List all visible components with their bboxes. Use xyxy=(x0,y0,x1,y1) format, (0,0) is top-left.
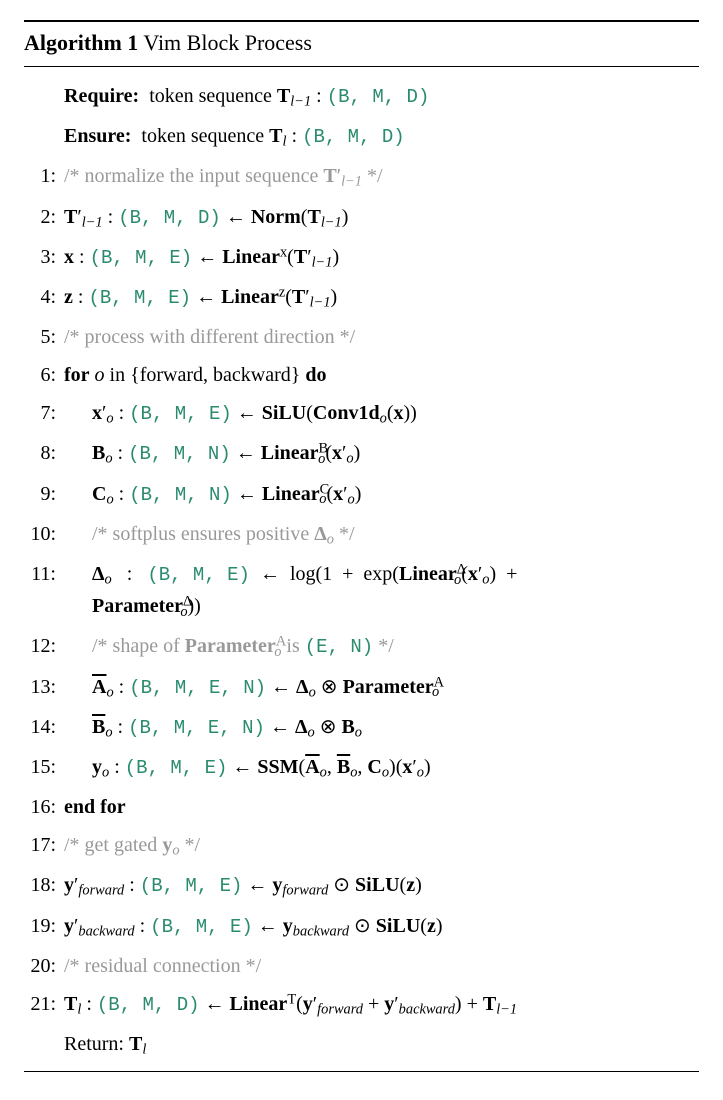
dims: (B, M, E, N) xyxy=(128,717,265,739)
require-sub: l−1 xyxy=(290,94,311,110)
algo-line-16: 16: end for xyxy=(24,788,699,826)
lineno: 21: xyxy=(24,989,64,1019)
require-dims: (B, M, D) xyxy=(327,86,430,108)
dims: (B, M, E, N) xyxy=(129,677,266,699)
lineno: 7: xyxy=(24,398,64,428)
dims: (B, M, E) xyxy=(147,564,250,586)
lineno: 1: xyxy=(24,161,64,191)
lineno: 8: xyxy=(24,438,64,468)
algo-line-17: 17: /* get gated yo */ xyxy=(24,826,699,866)
algo-line-6: 6: for o in {forward, backward} do xyxy=(24,356,699,394)
comment-post: */ xyxy=(180,834,201,856)
algo-line-5: 5: /* process with different direction *… xyxy=(24,318,699,356)
algo-line-15: 15: yo : (B, M, E) ← SSM(Ao, Bo, Co)(x′o… xyxy=(24,748,699,788)
lineno: 13: xyxy=(24,672,64,702)
algo-line-12: 12: /* shape of ParameterAo is (E, N) */ xyxy=(24,627,699,667)
lineno: 2: xyxy=(24,202,64,232)
lineno: 4: xyxy=(24,282,64,312)
lineno: 17: xyxy=(24,830,64,860)
algo-line-20: 20: /* residual connection */ xyxy=(24,947,699,985)
return-var: T xyxy=(129,1033,142,1055)
ensure-line: Ensure: token sequence Tl : (B, M, D) xyxy=(24,117,699,157)
dims: (B, M, E) xyxy=(129,403,232,425)
ensure-text: token sequence xyxy=(141,125,269,147)
ensure-label: Ensure: xyxy=(64,125,131,147)
dims: (B, M, E) xyxy=(88,287,191,309)
comment-pre: /* softplus ensures positive xyxy=(92,523,314,545)
top-rule xyxy=(24,20,699,22)
require-label: Require: xyxy=(64,85,139,107)
algo-line-10: 10: /* softplus ensures positive Δo */ xyxy=(24,515,699,555)
return-label: Return: xyxy=(64,1033,124,1055)
dims: (B, M, E) xyxy=(125,757,228,779)
bottom-rule xyxy=(24,1071,699,1072)
lineno: 6: xyxy=(24,360,64,390)
ensure-dims: (B, M, D) xyxy=(302,126,405,148)
require-var: T xyxy=(277,85,290,107)
lineno: 16: xyxy=(24,792,64,822)
algo-line-1: 1: /* normalize the input sequence T′l−1… xyxy=(24,157,699,197)
algorithm-number: Algorithm 1 xyxy=(24,30,138,55)
dims: (B, M, E) xyxy=(150,916,253,938)
return-line: Return: Tl xyxy=(24,1025,699,1065)
algo-line-14: 14: Bo : (B, M, E, N) ← Δo ⊗ Bo xyxy=(24,708,699,748)
algo-line-11: 11: Δo : (B, M, E) ← log(1 + exp(LinearΔ… xyxy=(24,555,699,627)
comment-post: */ xyxy=(334,523,355,545)
algo-line-18: 18: y′forward : (B, M, E) ← yforward ⊙ S… xyxy=(24,866,699,906)
algo-line-13: 13: Ao : (B, M, E, N) ← Δo ⊗ ParameterAo xyxy=(24,668,699,708)
algorithm-title: Algorithm 1 Vim Block Process xyxy=(24,28,699,60)
loop-set: {forward, backward} xyxy=(130,364,300,386)
dims: (B, M, N) xyxy=(129,484,232,506)
for-kw: for xyxy=(64,364,90,386)
lineno: 20: xyxy=(24,951,64,981)
comment-mid: is xyxy=(281,635,304,657)
lineno: 9: xyxy=(24,479,64,509)
dims: (B, M, N) xyxy=(128,443,231,465)
comment: /* residual connection */ xyxy=(64,951,699,981)
ensure-sub: l xyxy=(283,134,287,150)
require-text: token sequence xyxy=(149,85,277,107)
require-line: Require: token sequence Tl−1 : (B, M, D) xyxy=(24,77,699,117)
dims: (B, M, E) xyxy=(90,247,193,269)
title-rule xyxy=(24,66,699,67)
algo-line-2: 2: T′l−1 : (B, M, D) ← Norm(Tl−1) xyxy=(24,198,699,238)
lineno: 5: xyxy=(24,322,64,352)
algo-line-3: 3: x : (B, M, E) ← Linearx(T′l−1) xyxy=(24,238,699,278)
lineno: 3: xyxy=(24,242,64,272)
dims: (B, M, E) xyxy=(140,875,243,897)
endfor-kw: end for xyxy=(64,796,126,818)
comment-end: */ xyxy=(373,635,394,657)
comment-post: */ xyxy=(362,165,383,187)
lineno: 14: xyxy=(24,712,64,742)
comment-pre: /* get gated xyxy=(64,834,162,856)
algo-line-19: 19: y′backward : (B, M, E) ← ybackward ⊙… xyxy=(24,907,699,947)
ensure-var: T xyxy=(269,125,282,147)
dims: (B, M, D) xyxy=(118,207,221,229)
dims: (B, M, D) xyxy=(97,994,200,1016)
algo-line-9: 9: Co : (B, M, N) ← LinearCo(x′o) xyxy=(24,475,699,515)
return-sub: l xyxy=(142,1042,146,1058)
dims: (E, N) xyxy=(305,636,373,658)
comment: /* process with different direction */ xyxy=(64,322,699,352)
lineno: 10: xyxy=(24,519,64,549)
algo-line-4: 4: z : (B, M, E) ← Linearz(T′l−1) xyxy=(24,278,699,318)
algo-line-8: 8: Bo : (B, M, N) ← LinearBo(x′o) xyxy=(24,434,699,474)
in-kw: in xyxy=(110,364,126,386)
lineno: 18: xyxy=(24,870,64,900)
lineno: 12: xyxy=(24,631,64,661)
comment-pre: /* normalize the input sequence xyxy=(64,165,323,187)
algorithm-name: Vim Block Process xyxy=(143,30,312,55)
lineno: 11: xyxy=(24,559,64,589)
comment-pre: /* shape of xyxy=(92,635,185,657)
algo-line-7: 7: x′o : (B, M, E) ← SiLU(Conv1do(x)) xyxy=(24,394,699,434)
lineno: 19: xyxy=(24,911,64,941)
lineno: 15: xyxy=(24,752,64,782)
algo-line-21: 21: Tl : (B, M, D) ← LinearT(y′forward +… xyxy=(24,985,699,1025)
do-kw: do xyxy=(305,364,326,386)
